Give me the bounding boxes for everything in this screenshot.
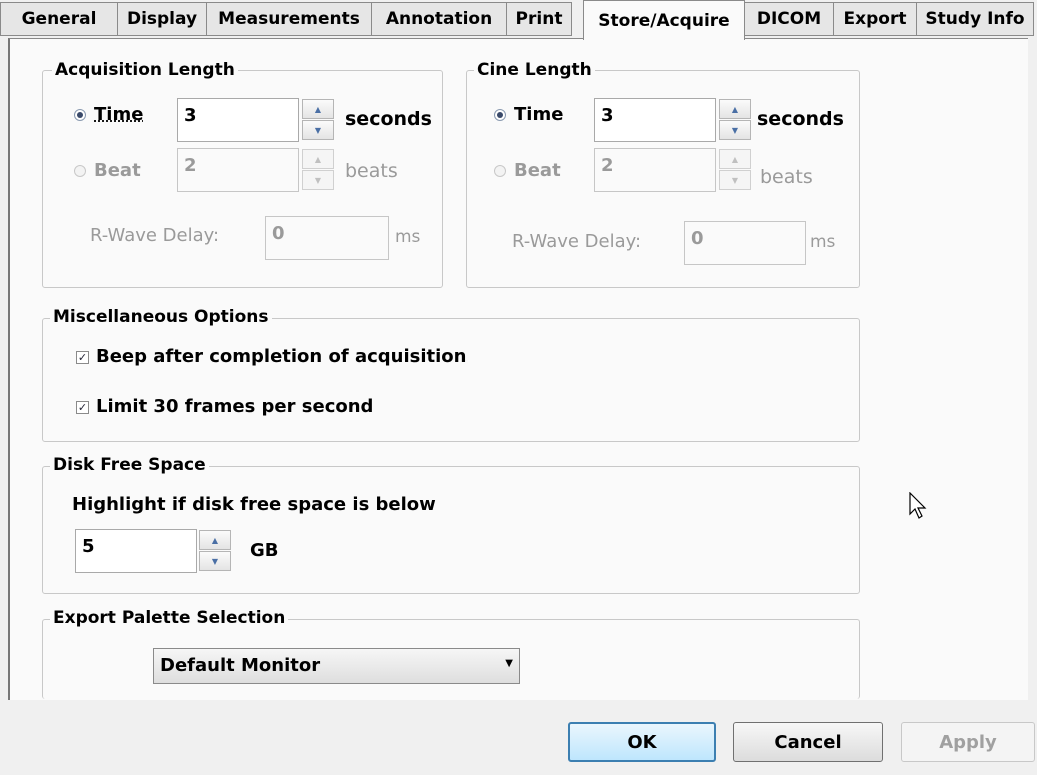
acquisition-beat-label: Beat	[94, 160, 141, 181]
spin-up-arrow-icon[interactable]: ▲	[719, 149, 751, 169]
tab-strip: General Display Measurements Annotation …	[0, 0, 1037, 40]
spin-up-arrow-icon[interactable]: ▲	[199, 530, 231, 550]
cine-length-title: Cine Length	[474, 60, 595, 80]
spin-down-arrow-icon[interactable]: ▼	[719, 120, 751, 140]
mouse-pointer-icon	[909, 492, 927, 519]
acquisition-beat-radio[interactable]	[74, 165, 86, 177]
cine-rwave-label: R-Wave Delay:	[512, 231, 642, 252]
cine-time-radio[interactable]	[494, 109, 506, 121]
acquisition-rwave-unit: ms	[395, 227, 421, 247]
tab-general[interactable]: General	[0, 2, 118, 36]
limit-fps-checkbox[interactable]: ✓	[76, 401, 89, 414]
acquisition-time-spinner: ▲ ▼	[302, 99, 334, 141]
disk-free-space-title: Disk Free Space	[50, 455, 209, 475]
acquisition-beat-input[interactable]: 2	[177, 148, 299, 192]
cine-time-unit: seconds	[757, 108, 844, 130]
spin-up-arrow-icon[interactable]: ▲	[302, 149, 334, 169]
ok-button[interactable]: OK	[568, 722, 716, 762]
cine-time-spinner: ▲ ▼	[719, 99, 751, 141]
acquisition-rwave-label: R-Wave Delay:	[90, 225, 220, 246]
spin-down-arrow-icon[interactable]: ▼	[302, 120, 334, 140]
disk-free-space-input[interactable]: 5	[75, 529, 197, 573]
beep-checkbox[interactable]: ✓	[76, 351, 89, 364]
cine-rwave-unit: ms	[810, 232, 836, 252]
cine-time-input[interactable]: 3	[594, 98, 716, 142]
export-palette-title: Export Palette Selection	[50, 608, 289, 628]
cine-rwave-input[interactable]: 0	[684, 221, 806, 265]
acquisition-length-title: Acquisition Length	[52, 60, 238, 80]
export-palette-select[interactable]: Default Monitor ▼	[153, 648, 520, 684]
spin-up-arrow-icon[interactable]: ▲	[719, 99, 751, 119]
spin-down-arrow-icon[interactable]: ▼	[199, 551, 231, 571]
tab-export[interactable]: Export	[833, 2, 917, 36]
cine-time-label: Time	[514, 104, 564, 125]
tab-print[interactable]: Print	[506, 2, 572, 36]
export-palette-selected: Default Monitor	[160, 655, 321, 676]
spin-down-arrow-icon[interactable]: ▼	[302, 170, 334, 190]
acquisition-time-input[interactable]: 3	[177, 98, 299, 142]
acquisition-beat-unit: beats	[345, 160, 398, 182]
acquisition-beat-spinner: ▲ ▼	[302, 149, 334, 191]
misc-options-title: Miscellaneous Options	[50, 307, 272, 327]
cancel-button[interactable]: Cancel	[733, 722, 883, 762]
cine-beat-label: Beat	[514, 160, 561, 181]
cine-beat-spinner: ▲ ▼	[719, 149, 751, 191]
spin-up-arrow-icon[interactable]: ▲	[302, 99, 334, 119]
tab-dicom[interactable]: DICOM	[744, 2, 834, 36]
cine-beat-radio[interactable]	[494, 165, 506, 177]
disk-free-space-spinner: ▲ ▼	[199, 530, 231, 572]
spin-down-arrow-icon[interactable]: ▼	[719, 170, 751, 190]
disk-unit: GB	[250, 540, 279, 561]
acquisition-rwave-input[interactable]: 0	[265, 216, 389, 260]
tab-study-info[interactable]: Study Info	[916, 2, 1034, 36]
tab-measurements[interactable]: Measurements	[206, 2, 372, 36]
chevron-down-icon: ▼	[505, 658, 513, 669]
disk-highlight-label: Highlight if disk free space is below	[72, 494, 436, 515]
misc-options-group	[42, 318, 860, 442]
apply-button[interactable]: Apply	[901, 722, 1035, 762]
limit-fps-label: Limit 30 frames per second	[96, 396, 374, 417]
beep-label: Beep after completion of acquisition	[96, 346, 467, 367]
cine-beat-unit: beats	[760, 166, 813, 188]
acquisition-time-label: Time	[94, 104, 144, 125]
tab-annotation[interactable]: Annotation	[371, 2, 507, 36]
acquisition-time-unit: seconds	[345, 108, 432, 130]
cine-beat-input[interactable]: 2	[594, 148, 716, 192]
tab-store-acquire[interactable]: Store/Acquire	[583, 0, 745, 40]
tab-display[interactable]: Display	[117, 2, 207, 36]
acquisition-time-radio[interactable]	[74, 109, 86, 121]
